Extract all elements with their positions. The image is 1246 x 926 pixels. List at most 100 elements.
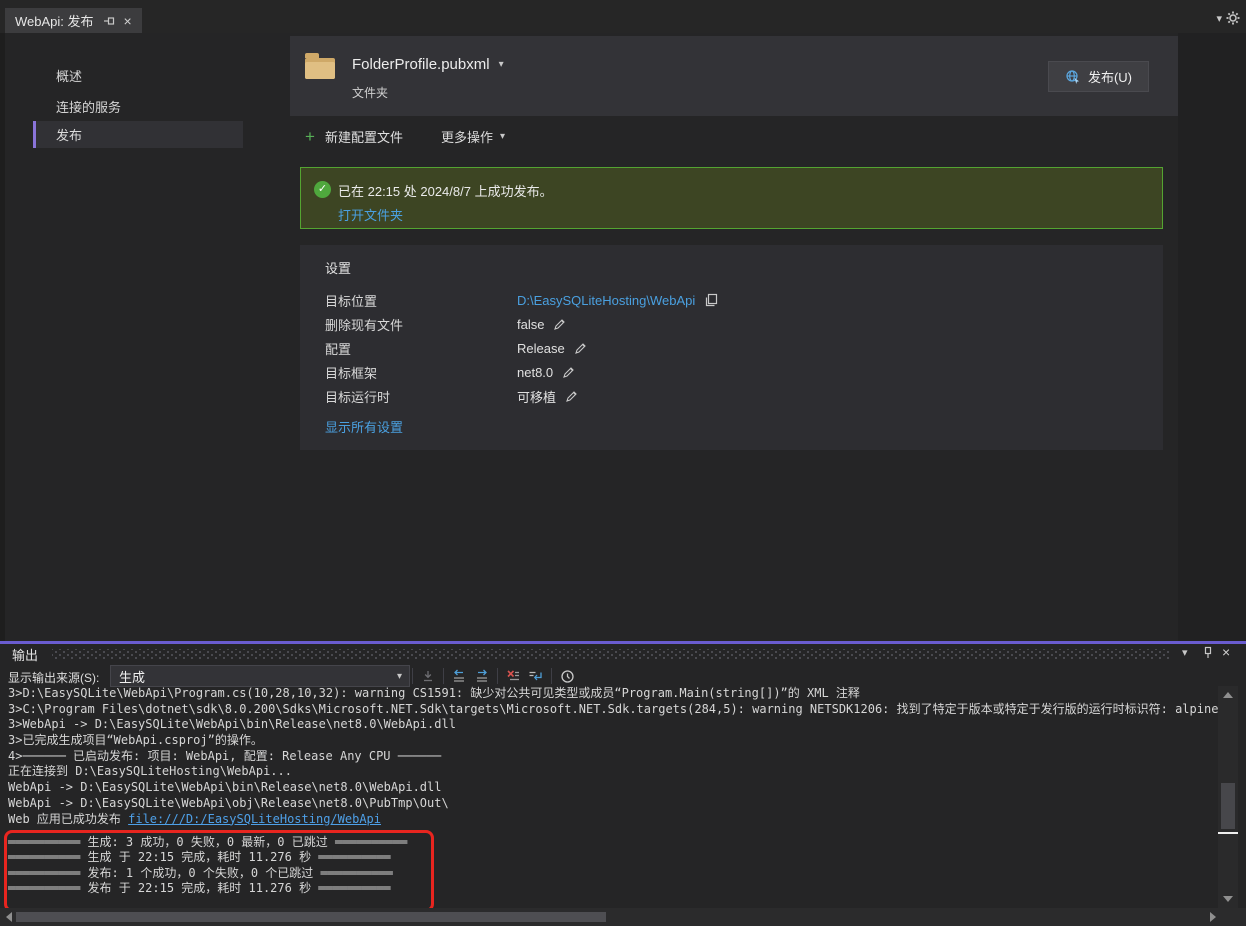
output-toolbar: 显示输出来源(S): 生成 ▾ (0, 664, 1246, 688)
timestamp-clock-icon[interactable] (559, 668, 575, 684)
publish-icon (1065, 69, 1081, 85)
setting-label: 删除现有文件 (325, 315, 517, 334)
log-line: 3>C:\Program Files\dotnet\sdk\8.0.200\Sd… (8, 702, 1218, 718)
log-line: 3>已完成生成项目“WebApi.csproj”的操作。 (8, 733, 1218, 749)
setting-value: 可移植 (517, 387, 556, 406)
next-message-icon[interactable] (474, 668, 490, 684)
setting-row-target-framework: 目标框架 net8.0 (325, 363, 1125, 381)
setting-value: D:\EasySQLiteHosting\WebApi (517, 293, 695, 308)
scroll-right-arrow[interactable] (1210, 912, 1216, 922)
close-icon[interactable]: × (124, 13, 132, 29)
output-panel: 输出 ▾ × 显示输出来源(S): 生成 ▾ (0, 644, 1246, 926)
log-line: WebApi -> D:\EasySQLite\WebApi\obj\Relea… (8, 796, 1218, 812)
tab-webapi-publish[interactable]: WebApi: 发布 × (5, 8, 142, 33)
publish-summary-line: ══════════ 发布: 1 个成功，0 个失败，0 个已跳过 ══════… (8, 866, 1218, 881)
profile-header: FolderProfile.pubxml ▾ 文件夹 发布(U) (290, 36, 1178, 116)
scroll-down-arrow[interactable] (1223, 896, 1233, 902)
chevron-down-icon[interactable]: ▾ (1216, 12, 1222, 25)
selection-accent (33, 121, 36, 148)
copy-icon[interactable] (704, 293, 718, 307)
output-log[interactable]: 3>D:\EasySQLite\WebApi\Program.cs(10,28,… (0, 686, 1218, 910)
scroll-left-arrow[interactable] (6, 912, 12, 922)
scroll-up-arrow[interactable] (1223, 692, 1233, 698)
output-toolbar-icons (412, 664, 575, 688)
folder-icon (305, 58, 335, 79)
toolbar-separator (551, 668, 552, 684)
edit-pencil-icon[interactable] (574, 342, 587, 355)
toolbar-separator (443, 668, 444, 684)
vertical-scroll-thumb[interactable] (1221, 783, 1235, 829)
clear-all-icon[interactable] (505, 668, 521, 684)
output-horizontal-scrollbar[interactable] (0, 908, 1246, 926)
publish-page: 概述 连接的服务 发布 FolderProfile.pubxml ▾ 文件夹 发… (5, 33, 1246, 641)
setting-value: false (517, 317, 544, 332)
sidebar-item-connected-services[interactable]: 连接的服务 (56, 97, 121, 116)
new-profile-button[interactable]: 新建配置文件 (325, 127, 403, 146)
chevron-down-icon: ▾ (499, 59, 504, 70)
setting-label: 目标运行时 (325, 387, 517, 406)
sidebar-item-label: 发布 (56, 125, 82, 144)
more-actions-button[interactable]: 更多操作 ▾ (441, 127, 505, 146)
open-folder-link[interactable]: 打开文件夹 (338, 205, 403, 224)
gear-icon[interactable] (1226, 11, 1240, 25)
chevron-down-icon: ▾ (397, 671, 402, 682)
output-vertical-scrollbar[interactable] (1218, 686, 1238, 908)
plus-icon: + (305, 130, 315, 144)
build-summary-line: ══════════ 生成: 3 成功，0 失败，0 最新，0 已跳过 ════… (8, 835, 1218, 850)
output-title: 输出 (12, 645, 38, 664)
settings-title: 设置 (325, 258, 351, 277)
profile-selector[interactable]: FolderProfile.pubxml ▾ (352, 56, 504, 73)
more-actions-label: 更多操作 (441, 127, 493, 146)
chevron-down-icon[interactable]: ▾ (1182, 646, 1188, 659)
setting-row-target-runtime: 目标运行时 可移植 (325, 387, 1125, 405)
toolbar-separator (412, 668, 413, 684)
pin-icon[interactable] (103, 15, 115, 27)
profile-actions: + 新建配置文件 更多操作 ▾ (305, 127, 505, 146)
setting-label: 配置 (325, 339, 517, 358)
setting-row-configuration: 配置 Release (325, 339, 1125, 357)
edit-pencil-icon[interactable] (553, 318, 566, 331)
log-blank-line (8, 827, 1218, 835)
word-wrap-icon[interactable] (528, 668, 544, 684)
panel-grip[interactable] (52, 649, 1170, 660)
setting-row-delete-existing: 删除现有文件 false (325, 315, 1125, 333)
target-location-link[interactable]: D:\EasySQLiteHosting\WebApi (517, 293, 718, 308)
build-summary-line: ══════════ 生成 于 22:15 完成，耗时 11.276 秒 ═══… (8, 850, 1218, 865)
tab-title: WebApi: 发布 (15, 11, 94, 30)
sidebar-item-publish[interactable]: 发布 (33, 121, 243, 148)
pin-icon[interactable] (1202, 646, 1214, 659)
output-source-label: 显示输出来源(S): (8, 669, 99, 686)
scrollbar-caret-marker (1218, 832, 1238, 834)
published-folder-link[interactable]: file:///D:/EasySQLiteHosting/WebApi (128, 812, 381, 826)
publish-button[interactable]: 发布(U) (1048, 61, 1149, 92)
log-line: WebApi -> D:\EasySQLite\WebApi\bin\Relea… (8, 780, 1218, 796)
log-line: 3>WebApi -> D:\EasySQLite\WebApi\bin\Rel… (8, 717, 1218, 733)
log-text: Web 应用已成功发布 (8, 812, 128, 826)
edit-pencil-icon[interactable] (562, 366, 575, 379)
log-line: 3>D:\EasySQLite\WebApi\Program.cs(10,28,… (8, 686, 1218, 702)
publish-button-label: 发布(U) (1088, 67, 1132, 86)
show-all-settings-link[interactable]: 显示所有设置 (325, 417, 403, 436)
output-source-dropdown[interactable]: 生成 ▾ (110, 665, 410, 687)
profile-type: 文件夹 (352, 84, 388, 101)
log-line: 正在连接到 D:\EasySQLiteHosting\WebApi... (8, 764, 1218, 780)
settings-card: 设置 目标位置 D:\EasySQLiteHosting\WebApi 删除现有… (300, 245, 1163, 450)
previous-message-icon[interactable] (451, 668, 467, 684)
close-icon[interactable]: × (1222, 644, 1230, 660)
setting-value: Release (517, 341, 565, 356)
sidebar-item-overview[interactable]: 概述 (56, 66, 82, 85)
log-line-with-link: Web 应用已成功发布 file:///D:/EasySQLiteHosting… (8, 812, 1218, 828)
goto-message-icon[interactable] (420, 668, 436, 684)
chevron-down-icon: ▾ (500, 131, 505, 142)
log-line: 4>────── 已启动发布: 项目: WebApi, 配置: Release … (8, 749, 1218, 765)
publish-summary-line: ══════════ 发布 于 22:15 完成，耗时 11.276 秒 ═══… (8, 881, 1218, 896)
setting-label: 目标位置 (325, 291, 517, 310)
output-source-value: 生成 (111, 667, 145, 686)
publish-success-banner: ✓ 已在 22:15 处 2024/8/7 上成功发布。 打开文件夹 (300, 167, 1163, 229)
horizontal-scroll-thumb[interactable] (16, 912, 606, 922)
toolbar-separator (497, 668, 498, 684)
setting-label: 目标框架 (325, 363, 517, 382)
edit-pencil-icon[interactable] (565, 390, 578, 403)
setting-value: net8.0 (517, 365, 553, 380)
page-right-margin (1178, 33, 1246, 641)
